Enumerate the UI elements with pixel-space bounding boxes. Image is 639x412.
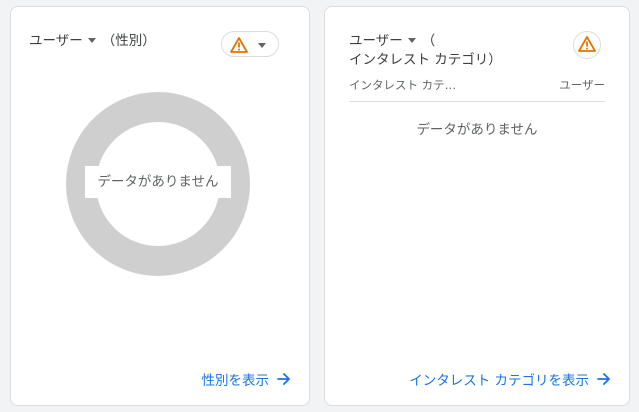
column-header-category[interactable]: インタレスト カテ… — [349, 77, 456, 93]
view-interest-link[interactable]: インタレスト カテゴリを表示 — [409, 369, 611, 389]
table-header: インタレスト カテ… ユーザー — [349, 77, 605, 102]
card-title: ユーザー （性別） — [29, 31, 156, 51]
dimension-selector[interactable]: ユーザー — [349, 33, 422, 49]
view-interest-label: インタレスト カテゴリを表示 — [409, 373, 589, 389]
chevron-down-icon — [258, 43, 266, 48]
gender-card: ユーザー （性別） データがありません 性別を表示 — [10, 6, 310, 406]
warning-button[interactable] — [573, 31, 601, 59]
warning-icon — [578, 36, 596, 52]
arrow-right-icon — [277, 373, 290, 385]
warning-menu-button[interactable] — [221, 31, 279, 57]
warning-icon — [230, 37, 248, 53]
interest-card: ユーザー（ インタレスト カテゴリ） インタレスト カテ… ユーザー データがあ… — [324, 6, 630, 406]
arrow-right-icon — [597, 373, 610, 385]
dimension-selector[interactable]: ユーザー — [29, 33, 102, 49]
view-gender-label: 性別を表示 — [201, 373, 270, 389]
view-gender-link[interactable]: 性別を表示 — [202, 369, 292, 389]
card-title-rest: （性別） — [101, 33, 156, 49]
no-data-label: データがありません — [85, 166, 231, 198]
card-title-line2: インタレスト カテゴリ） — [349, 52, 502, 68]
column-header-users[interactable]: ユーザー — [559, 77, 605, 93]
chevron-down-icon — [87, 37, 96, 43]
chevron-down-icon — [407, 37, 416, 43]
card-title-rest: （ — [421, 33, 436, 49]
no-data-label: データがありません — [416, 122, 538, 138]
card-title: ユーザー（ — [349, 31, 435, 51]
